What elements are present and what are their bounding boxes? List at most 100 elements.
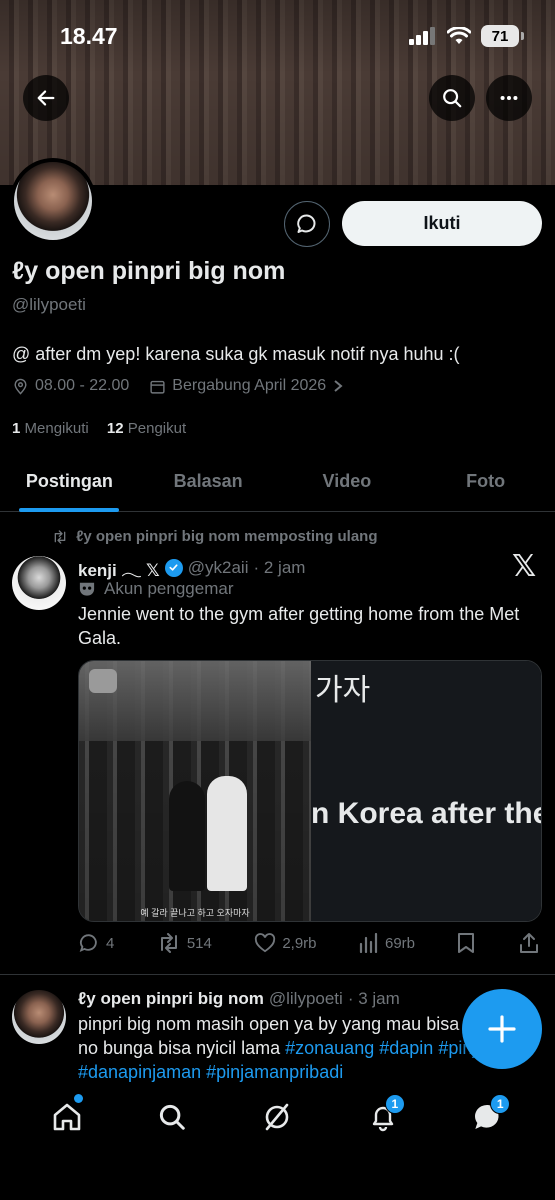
repost-icon bbox=[54, 529, 66, 544]
search-icon bbox=[159, 1104, 185, 1130]
photo-person-right bbox=[207, 776, 247, 891]
tweet-header: kenji 𓂃 𝕏 @yk2aii · 2 jam bbox=[78, 553, 305, 582]
bar-chart-icon bbox=[359, 933, 378, 953]
nav-home[interactable] bbox=[37, 1082, 97, 1152]
share-button[interactable] bbox=[518, 932, 540, 954]
tweet-author-handle[interactable]: @lilypoeti bbox=[269, 989, 343, 1009]
like-count: 2,9rb bbox=[282, 934, 317, 952]
status-bar: 18.47 71 bbox=[0, 0, 555, 70]
hashtag-link[interactable]: #pinjamanpribadi bbox=[206, 1062, 343, 1082]
followers-count: 12 bbox=[106, 420, 124, 437]
tweet-author-name[interactable]: kenji 𓂃 𝕏 bbox=[78, 553, 160, 582]
battery-icon: 71 bbox=[481, 25, 524, 47]
repost-button[interactable]: 514 bbox=[157, 933, 212, 953]
bookmark-button[interactable] bbox=[457, 932, 475, 954]
more-button[interactable] bbox=[486, 75, 532, 121]
battery-level: 71 bbox=[491, 27, 509, 45]
fan-account-label: Akun penggemar bbox=[78, 579, 233, 599]
hashtag-link[interactable]: #dapin bbox=[379, 1038, 433, 1058]
camera-app-icon bbox=[89, 669, 117, 693]
nav-messages[interactable]: 1 bbox=[458, 1082, 518, 1152]
home-icon bbox=[53, 1103, 80, 1131]
like-button[interactable]: 2,9rb bbox=[254, 933, 317, 953]
location-pin-icon bbox=[14, 378, 27, 395]
more-icon bbox=[500, 95, 518, 101]
profile-meta: 08.00 - 22.00 Bergabung April 2026 bbox=[12, 377, 344, 395]
tweet-header: ℓy open pinpri big nom @lilypoeti · 3 ja… bbox=[78, 989, 400, 1009]
tweet-author-handle[interactable]: @yk2aii bbox=[188, 558, 249, 578]
notifications-badge: 1 bbox=[384, 1094, 405, 1114]
repost-indicator: ℓy open pinpri big nom memposting ulang bbox=[52, 528, 378, 545]
tweet-author-name[interactable]: ℓy open pinpri big nom bbox=[78, 989, 264, 1009]
view-count: 69rb bbox=[384, 934, 416, 952]
tweet-time: · 3 jam bbox=[347, 989, 400, 1008]
followers-link[interactable]: 12 Pengikut bbox=[107, 420, 186, 437]
x-logo-icon: 𝕏 bbox=[512, 550, 537, 583]
following-link[interactable]: 1 Mengikuti bbox=[12, 420, 89, 437]
nav-search[interactable] bbox=[142, 1082, 202, 1152]
profile-location: 08.00 - 22.00 bbox=[35, 377, 130, 394]
compose-button[interactable] bbox=[462, 989, 542, 1069]
photo-caption: 예 갈라 끝나고 하고 오자마자 bbox=[140, 908, 250, 918]
bookmark-icon bbox=[458, 933, 475, 953]
reply-button[interactable]: 4 bbox=[78, 932, 114, 954]
media-photo-text[interactable]: 가자 n Korea after the I bbox=[311, 661, 541, 921]
nav-notifications[interactable]: 1 bbox=[353, 1082, 413, 1152]
profile-handle: @lilypoeti bbox=[12, 295, 86, 314]
repost-count: 514 bbox=[186, 934, 212, 952]
tweet-divider bbox=[0, 974, 555, 975]
media-photo-gym[interactable]: 예 갈라 끝나고 하고 오자마자 bbox=[79, 661, 311, 921]
wifi-icon bbox=[447, 27, 471, 44]
display-name: ℓy open pinpri big nom bbox=[12, 257, 286, 285]
signal-icon bbox=[409, 27, 435, 45]
follow-button[interactable]: Ikuti bbox=[342, 201, 542, 246]
media-english-text: n Korea after the I bbox=[311, 797, 541, 830]
profile-tabs: Postingan Balasan Video Foto bbox=[0, 452, 555, 512]
followers-label: Pengikut bbox=[127, 420, 187, 437]
follow-counts: 1 Mengikuti 12 Pengikut bbox=[12, 420, 186, 437]
status-time: 18.47 bbox=[60, 23, 118, 49]
plus-icon bbox=[488, 1015, 516, 1043]
profile-bio: @ after dm yep! karena suka gk masuk not… bbox=[12, 344, 460, 364]
calendar-icon bbox=[150, 380, 165, 394]
tweet-time: · 2 jam bbox=[253, 557, 306, 577]
reply-icon bbox=[79, 934, 97, 952]
mask-icon bbox=[79, 582, 95, 596]
profile-avatar[interactable] bbox=[10, 158, 96, 244]
home-unread-dot bbox=[73, 1094, 83, 1103]
repost-icon bbox=[160, 933, 177, 953]
photo-person-left bbox=[169, 781, 205, 891]
tab-foto[interactable]: Foto bbox=[416, 452, 555, 511]
avatar-image bbox=[14, 162, 92, 240]
tweet-avatar[interactable] bbox=[12, 990, 66, 1044]
search-icon bbox=[443, 89, 462, 108]
heart-icon bbox=[255, 933, 276, 953]
message-button[interactable] bbox=[284, 201, 330, 247]
search-button[interactable] bbox=[429, 75, 475, 121]
views-button[interactable]: 69rb bbox=[359, 933, 415, 953]
profile-joined: Bergabung April 2026 bbox=[172, 377, 327, 394]
hashtag-link[interactable]: #zonauang bbox=[285, 1038, 374, 1058]
messages-badge: 1 bbox=[490, 1094, 511, 1114]
media-korean-text: 가자 bbox=[315, 674, 371, 707]
tab-video[interactable]: Video bbox=[278, 452, 417, 511]
following-count: 1 bbox=[12, 420, 21, 437]
status-icons: 71 bbox=[409, 25, 524, 47]
tab-postingan[interactable]: Postingan bbox=[0, 452, 139, 511]
tab-balasan[interactable]: Balasan bbox=[139, 452, 278, 511]
arrow-left-icon bbox=[37, 90, 55, 106]
tweet-text: Jennie went to the gym after getting hom… bbox=[78, 604, 520, 648]
following-label: Mengikuti bbox=[24, 420, 89, 437]
hashtag-link[interactable]: #danapinjaman bbox=[78, 1062, 201, 1082]
tweet-media[interactable]: 예 갈라 끝나고 하고 오자마자 가자 n Korea after the I bbox=[78, 660, 542, 922]
tweet-avatar[interactable] bbox=[12, 556, 66, 610]
chevron-right-icon[interactable] bbox=[332, 379, 344, 393]
back-button[interactable] bbox=[23, 75, 69, 121]
fan-label-text: Akun penggemar bbox=[104, 579, 234, 598]
chat-bubble-icon bbox=[297, 214, 316, 233]
verified-badge-icon bbox=[164, 558, 183, 577]
nav-grok[interactable] bbox=[247, 1082, 307, 1152]
reply-count: 4 bbox=[106, 934, 115, 952]
repost-text: ℓy open pinpri big nom memposting ulang bbox=[76, 528, 378, 545]
grok-icon bbox=[266, 1103, 289, 1131]
